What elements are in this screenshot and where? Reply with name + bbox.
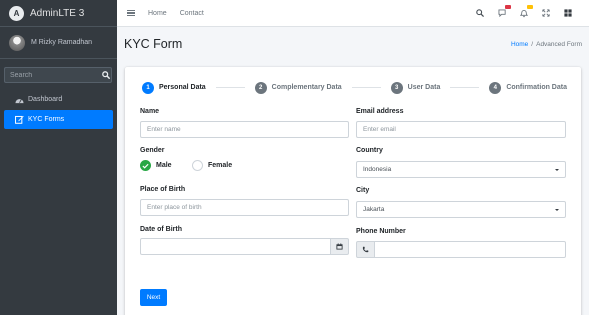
name-label: Name	[140, 108, 160, 115]
user-panel[interactable]: M Rizky Ramadhan	[0, 27, 117, 59]
date-of-birth-input[interactable]	[140, 238, 331, 255]
city-value: Jakarta	[363, 206, 385, 213]
avatar	[9, 34, 25, 51]
edit-icon	[14, 115, 24, 124]
gender-female-radio[interactable]: Female	[192, 160, 232, 171]
brand-logo: A	[9, 5, 24, 21]
sidebar: A AdminLTE 3 M Rizky Ramadhan Dashboard …	[0, 0, 117, 315]
brand-name: AdminLTE 3	[30, 7, 85, 19]
breadcrumb-home[interactable]: Home	[511, 41, 528, 48]
search-icon	[102, 71, 110, 79]
gender-male-radio[interactable]: Male	[140, 160, 172, 171]
page-title: KYC Form	[124, 37, 183, 51]
step-label: Personal Data	[159, 84, 206, 91]
user-name: M Rizky Ramadhan	[31, 39, 93, 46]
gender-male-label: Male	[156, 162, 172, 169]
step-connector	[450, 87, 480, 88]
phone-icon	[362, 246, 369, 253]
search-icon[interactable]	[469, 9, 491, 17]
gender-label: Gender	[140, 147, 165, 154]
email-input[interactable]	[356, 121, 566, 138]
sidebar-item-label: Dashboard	[28, 96, 63, 103]
country-value: Indonesia	[363, 166, 392, 173]
radio-unchecked-icon	[192, 160, 203, 171]
step-label: Confirmation Data	[506, 84, 567, 91]
step-number: 4	[489, 81, 502, 94]
top-navbar: Home Contact	[117, 0, 589, 27]
step-confirmation-data[interactable]: 4 Confirmation Data	[489, 81, 567, 94]
expand-icon[interactable]	[535, 9, 557, 17]
step-label: User Data	[407, 84, 441, 91]
nav-link-home[interactable]: Home	[148, 10, 167, 17]
kyc-form-card: 1 Personal Data 2 Complementary Data 3 U…	[125, 67, 581, 315]
step-number: 1	[142, 81, 154, 94]
place-of-birth-input[interactable]	[140, 199, 349, 216]
calendar-icon	[336, 243, 343, 250]
step-connector	[351, 87, 381, 88]
check-icon	[140, 160, 151, 171]
caret-down-icon	[555, 209, 559, 211]
breadcrumb-current: Advanced Form	[536, 40, 582, 48]
brand-link[interactable]: A AdminLTE 3	[0, 0, 117, 27]
sidebar-item-label: KYC Forms	[28, 116, 65, 123]
nav-link-contact[interactable]: Contact	[180, 10, 204, 17]
sidebar-search	[4, 67, 112, 83]
bell-icon[interactable]	[513, 4, 535, 18]
city-label: City	[356, 187, 370, 194]
place-of-birth-label: Place of Birth	[140, 186, 186, 193]
step-complementary-data[interactable]: 2 Complementary Data	[254, 81, 342, 94]
sidebar-item-kyc-forms[interactable]: KYC Forms	[4, 110, 113, 129]
date-of-birth-label: Date of Birth	[140, 226, 182, 233]
phone-label: Phone Number	[356, 228, 406, 235]
messages-badge	[505, 5, 511, 9]
country-label: Country	[356, 147, 383, 154]
step-label: Complementary Data	[271, 84, 342, 91]
next-button[interactable]: Next	[140, 289, 167, 306]
sidebar-search-button[interactable]	[101, 67, 112, 83]
breadcrumb: Home / Advanced Form	[511, 41, 582, 48]
step-number: 2	[254, 81, 267, 94]
caret-down-icon	[555, 169, 559, 171]
notifications-badge	[527, 4, 533, 9]
name-input[interactable]	[140, 121, 349, 138]
step-user-data[interactable]: 3 User Data	[390, 81, 441, 94]
grid-icon[interactable]	[557, 9, 579, 17]
step-connector	[215, 87, 245, 88]
gender-female-label: Female	[208, 162, 233, 169]
tachometer-icon	[14, 96, 24, 104]
country-select[interactable]: Indonesia	[356, 161, 566, 178]
email-label: Email address	[356, 108, 404, 115]
step-number: 3	[390, 81, 403, 94]
sidebar-search-input[interactable]	[4, 67, 101, 83]
step-personal-data[interactable]: 1 Personal Data	[142, 81, 206, 94]
menu-toggle-icon[interactable]	[127, 9, 135, 17]
stepper: 1 Personal Data 2 Complementary Data 3 U…	[142, 80, 567, 95]
content-header: KYC Form Home / Advanced Form	[117, 27, 589, 61]
breadcrumb-separator: /	[531, 40, 534, 48]
calendar-button[interactable]	[330, 238, 349, 255]
phone-addon	[356, 241, 375, 258]
phone-input[interactable]	[374, 241, 566, 258]
city-select[interactable]: Jakarta	[356, 201, 566, 218]
sidebar-item-dashboard[interactable]: Dashboard	[4, 90, 113, 109]
comments-icon[interactable]	[491, 5, 513, 17]
